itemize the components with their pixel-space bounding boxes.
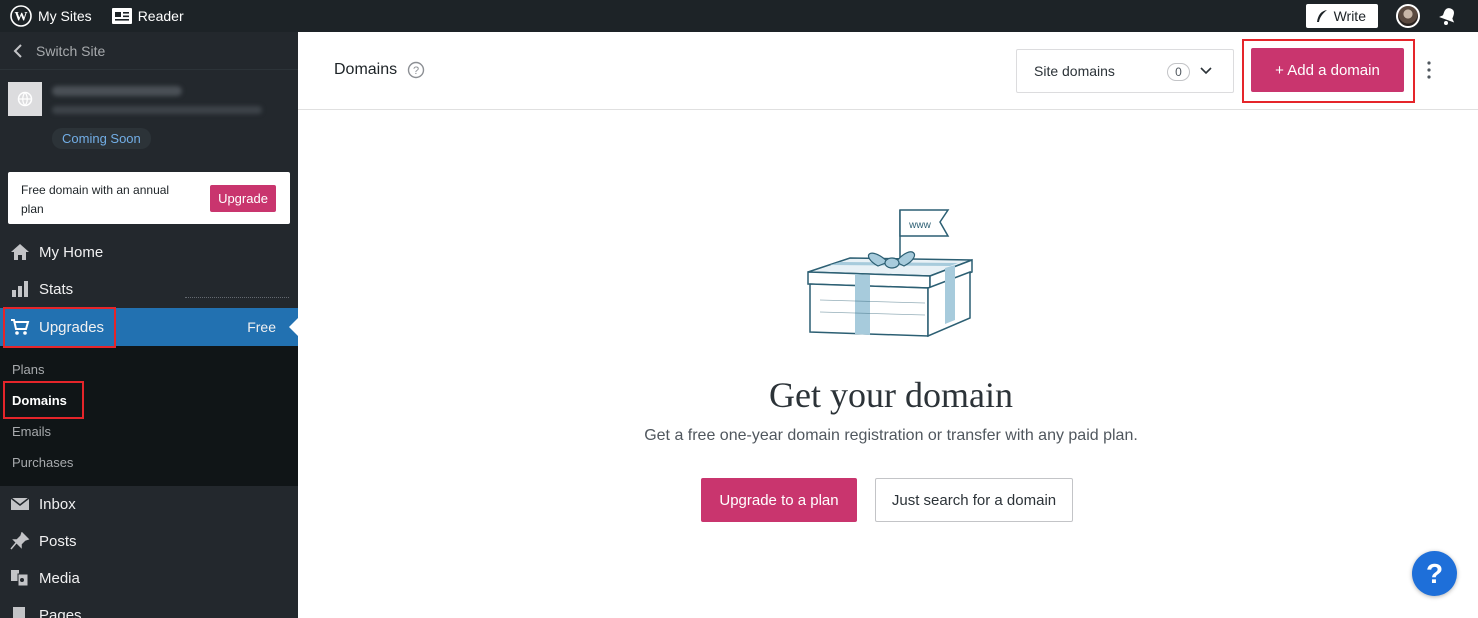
promo-upgrade-button[interactable]: Upgrade [210, 185, 276, 212]
chevron-left-icon [13, 43, 22, 58]
highlight-add-domain [1242, 39, 1415, 103]
promo-text: Free domain with an annual plan [21, 183, 170, 216]
highlight-domains [3, 381, 84, 419]
pages-icon [13, 607, 25, 618]
submenu-item-purchases[interactable]: Purchases [12, 455, 73, 470]
reader-icon [111, 8, 132, 24]
sidebar-item-stats[interactable]: Stats [0, 270, 298, 308]
write-button[interactable]: Write [1305, 4, 1378, 28]
chevron-down-icon [1200, 67, 1212, 75]
submenu-item-plans[interactable]: Plans [12, 362, 45, 377]
coming-soon-badge: Coming Soon [52, 128, 151, 149]
page-title-text: Domains [334, 61, 398, 78]
wordpress-logo-icon: W [10, 5, 32, 27]
reader-link[interactable]: Reader [104, 0, 192, 32]
gift-box-illustration: www [807, 209, 973, 338]
my-sites-label: My Sites [38, 8, 92, 24]
upgrade-to-plan-button[interactable]: Upgrade to a plan [701, 478, 857, 522]
site-domains-label: Site domains [1034, 63, 1115, 79]
site-domains-dropdown[interactable]: Site domains 0 [1016, 49, 1234, 93]
site-name-blurred [52, 86, 182, 96]
search-domain-button[interactable]: Just search for a domain [875, 478, 1073, 522]
notifications-icon[interactable] [1438, 6, 1458, 26]
sidebar-item-label: Inbox [39, 495, 76, 513]
domain-count-badge: 0 [1167, 63, 1190, 81]
divider [185, 297, 289, 298]
sidebar-item-inbox[interactable]: Inbox [0, 485, 298, 523]
sidebar-item-label: My Home [39, 243, 104, 261]
globe-icon [8, 82, 42, 116]
sidebar-item-label: Pages [39, 606, 82, 618]
write-label: Write [1333, 8, 1366, 24]
sidebar-item-my-home[interactable]: My Home [0, 233, 298, 271]
headline: Get your domain [769, 375, 1013, 415]
highlight-upgrades [3, 307, 116, 348]
site-url-blurred [52, 106, 262, 114]
more-options-icon[interactable] [1426, 60, 1432, 80]
media-icon [11, 570, 29, 587]
my-sites-link[interactable]: W My Sites [0, 0, 100, 32]
upgrade-promo: Free domain with an annual plan Upgrade [8, 172, 290, 224]
sidebar-item-label: Posts [39, 532, 77, 550]
masterbar: W My Sites Reader Write [0, 0, 1478, 32]
submenu-item-emails[interactable]: Emails [12, 424, 51, 439]
home-icon [11, 244, 29, 260]
reader-label: Reader [137, 8, 184, 24]
sidebar-item-posts[interactable]: Posts [0, 522, 298, 560]
help-circle-icon[interactable]: ? [407, 61, 425, 79]
subtext: Get a free one-year domain registration … [644, 427, 1138, 444]
sidebar-item-label: Stats [39, 280, 74, 298]
svg-text:W: W [15, 9, 28, 24]
switch-site-label: Switch Site [36, 42, 106, 59]
active-indicator [289, 318, 298, 336]
sidebar-item-label: Media [39, 569, 80, 587]
avatar[interactable] [1396, 4, 1420, 28]
feather-icon [1316, 10, 1327, 22]
pin-icon [10, 532, 30, 550]
masterbar-right: Write [1305, 0, 1478, 32]
sidebar-item-pages[interactable]: Pages [0, 596, 298, 618]
switch-site-link[interactable]: Switch Site [0, 32, 298, 70]
stats-icon [12, 281, 28, 297]
help-button[interactable]: ? [1412, 551, 1457, 596]
svg-text:?: ? [413, 65, 419, 77]
sidebar-item-media[interactable]: Media [0, 559, 298, 597]
free-badge: Free [247, 319, 276, 335]
page-title: Domains ? [334, 61, 425, 79]
inbox-icon [10, 497, 30, 510]
www-label: www [908, 220, 931, 231]
